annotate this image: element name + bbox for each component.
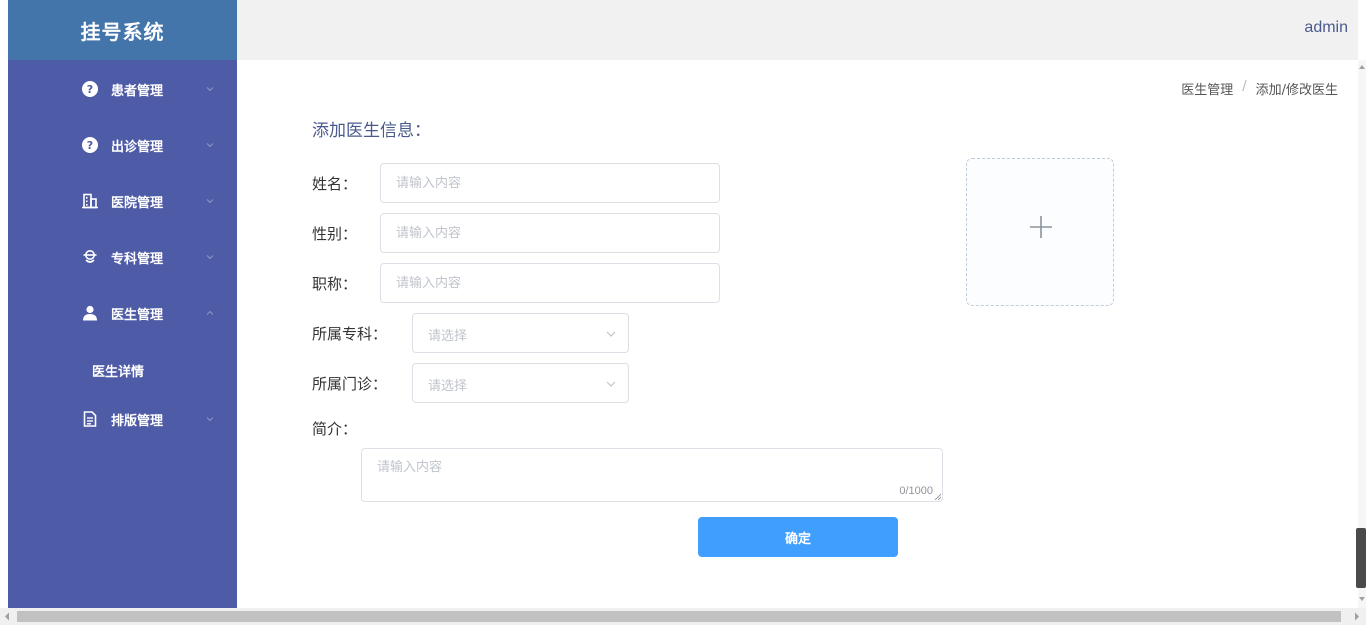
sidebar-item-schedules[interactable]: 排版管理: [8, 391, 237, 447]
plus-icon: [1030, 216, 1052, 238]
form-title: 添加医生信息：: [312, 121, 431, 141]
vertical-scrollbar[interactable]: [1356, 60, 1366, 608]
chevron-up-icon: [206, 310, 214, 315]
horizontal-scrollbar[interactable]: [0, 608, 1366, 625]
scroll-left-arrow-icon[interactable]: [4, 612, 10, 621]
question-circle-icon: ?: [81, 80, 99, 98]
clinic-select[interactable]: 请选择: [412, 363, 629, 403]
vertical-scrollbar-thumb[interactable]: [1356, 528, 1366, 588]
window-left-edge: [0, 0, 8, 608]
avatar-uploader[interactable]: [966, 158, 1114, 306]
user-icon: [81, 304, 99, 322]
scroll-down-arrow-icon[interactable]: [1358, 596, 1366, 602]
main-content: 医生管理 / 添加/修改医生 添加医生信息： 姓名： 性别： 职称： 所属专科：…: [237, 60, 1358, 608]
building-icon: [81, 192, 99, 210]
intro-char-counter: 0/1000: [899, 485, 933, 497]
sidebar-item-patients[interactable]: ? 患者管理: [8, 61, 237, 117]
question-circle-icon: ?: [81, 136, 99, 154]
sidebar-item-label: 医生管理: [111, 307, 164, 323]
breadcrumb-parent[interactable]: 医生管理: [1181, 79, 1233, 98]
name-label: 姓名：: [312, 175, 358, 193]
sidebar-item-visits[interactable]: ? 出诊管理: [8, 117, 237, 173]
sidebar-item-doctors[interactable]: 医生管理: [8, 285, 237, 341]
sidebar-item-label: 出诊管理: [111, 139, 164, 155]
title-input[interactable]: [380, 263, 720, 303]
document-icon: [81, 410, 99, 428]
intro-textarea-wrapper: 0/1000: [361, 448, 943, 502]
chevron-down-icon: [206, 87, 214, 92]
specialty-label: 所属专科：: [312, 325, 388, 343]
top-header: admin: [237, 0, 1358, 60]
sidebar-subitem-doctor-details[interactable]: 医生详情: [8, 348, 237, 392]
clinic-label: 所属门诊：: [312, 375, 388, 393]
sidebar-item-label: 医院管理: [111, 195, 164, 211]
chevron-down-icon: [606, 381, 616, 387]
scroll-up-arrow-icon[interactable]: [1358, 64, 1366, 70]
name-input[interactable]: [380, 163, 720, 203]
title-label: 职称：: [312, 275, 358, 293]
breadcrumb: 医生管理 / 添加/修改医生: [1181, 79, 1338, 98]
sidebar-subitem-label: 医生详情: [92, 364, 145, 380]
sidebar-item-label: 专科管理: [111, 251, 164, 267]
gender-label: 性别：: [312, 225, 358, 243]
chevron-down-icon: [206, 143, 214, 148]
svg-text:?: ?: [87, 83, 93, 96]
resize-handle-icon[interactable]: [934, 493, 941, 500]
horizontal-scrollbar-thumb[interactable]: [17, 611, 1341, 622]
scroll-right-arrow-icon[interactable]: [1354, 612, 1360, 621]
user-menu[interactable]: admin: [1304, 19, 1348, 37]
specialty-select[interactable]: 请选择: [412, 313, 629, 353]
breadcrumb-current: 添加/修改医生: [1255, 83, 1338, 98]
sidebar-item-departments[interactable]: 专科管理: [8, 229, 237, 285]
sidebar-menu: ? 患者管理 ? 出诊管理 医院管理 专科管理 医生管理 医生详情 排版管理: [8, 60, 237, 608]
intro-label: 简介：: [312, 420, 358, 438]
chevron-down-icon: [206, 255, 214, 260]
intro-textarea[interactable]: [362, 449, 942, 501]
chevron-down-icon: [606, 331, 616, 337]
sidebar-item-label: 患者管理: [111, 83, 164, 99]
specialty-select-placeholder: 请选择: [428, 329, 468, 344]
gender-input[interactable]: [380, 213, 720, 253]
clinic-select-placeholder: 请选择: [428, 379, 468, 394]
sidebar-item-hospitals[interactable]: 医院管理: [8, 173, 237, 229]
app-logo-title: 挂号系统: [8, 0, 237, 60]
chevron-down-icon: [206, 199, 214, 204]
breadcrumb-separator: /: [1242, 79, 1247, 94]
chevron-down-icon: [206, 417, 214, 422]
sidebar-item-label: 排版管理: [111, 413, 164, 429]
submit-button[interactable]: 确定: [698, 517, 898, 557]
department-icon: [81, 248, 99, 266]
svg-text:?: ?: [87, 139, 93, 152]
